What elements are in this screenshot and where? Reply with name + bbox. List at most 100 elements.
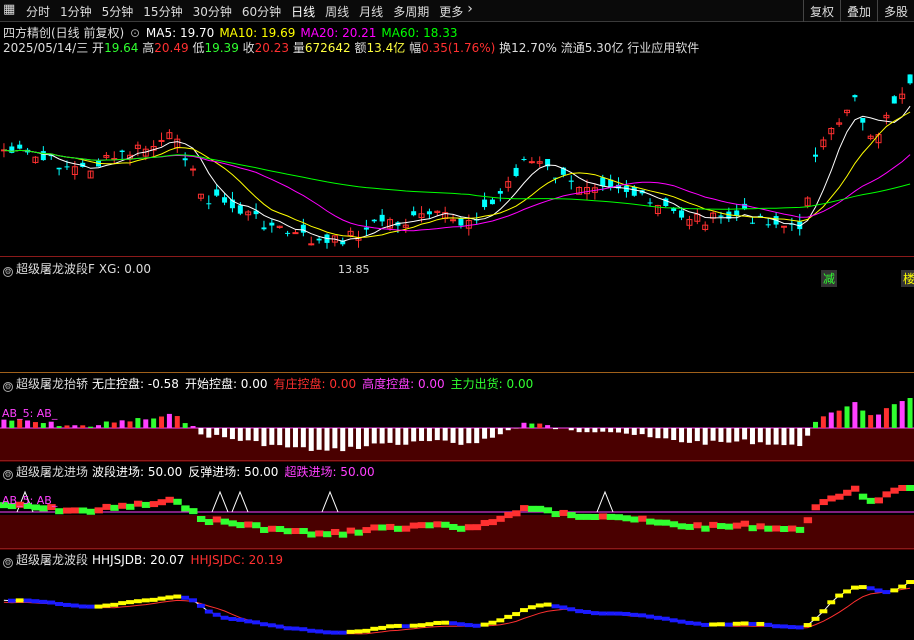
separator xyxy=(0,372,914,373)
step-segment xyxy=(740,520,750,527)
boduan-block xyxy=(244,619,253,624)
hist-bar-down xyxy=(679,428,685,443)
step-segment xyxy=(189,508,198,515)
hist-bar-down xyxy=(781,428,787,446)
panel-settings-icon[interactable]: ⚙ xyxy=(3,267,13,277)
panel-settings-icon[interactable]: ⚙ xyxy=(3,470,13,480)
tab-7[interactable]: 周线 xyxy=(325,3,349,20)
tab-8[interactable]: 月线 xyxy=(359,3,383,20)
hist-bar-down xyxy=(749,428,755,445)
hist-bar-down xyxy=(482,428,488,439)
step-segment xyxy=(63,507,72,514)
tab-1[interactable]: 1分钟 xyxy=(60,3,92,20)
step-segment xyxy=(890,487,899,494)
tab-5[interactable]: 60分钟 xyxy=(242,3,281,20)
boduan-block xyxy=(338,630,347,635)
tab-3[interactable]: 15分钟 xyxy=(143,3,182,20)
boduan-block xyxy=(504,614,513,619)
tab-0[interactable]: 分时 xyxy=(26,3,50,20)
candlestick-chart[interactable] xyxy=(0,55,914,255)
hist-bar-down xyxy=(568,428,574,431)
boduan-block xyxy=(315,629,324,634)
boduan-block xyxy=(622,611,631,616)
hist-bar-down xyxy=(474,428,480,444)
step-segment xyxy=(291,528,300,535)
boduan-block xyxy=(858,585,867,590)
hist-bar-down xyxy=(363,428,369,447)
chevron-right-icon[interactable]: › xyxy=(467,2,473,20)
grid-icon[interactable]: ▦ xyxy=(3,3,17,17)
hist-bar-down xyxy=(206,428,212,438)
hist-bar-up xyxy=(103,421,109,428)
panel-value: 主力出货: 0.00 xyxy=(450,377,534,391)
panel-value: 无庄控盘: -0.58 xyxy=(92,377,179,391)
tab-2[interactable]: 5分钟 xyxy=(102,3,134,20)
jinchang-chart[interactable] xyxy=(0,480,914,550)
boduan-block xyxy=(78,604,87,609)
boduan-block xyxy=(149,597,158,602)
taijiao-histogram[interactable] xyxy=(0,392,914,462)
hist-bar-down xyxy=(497,428,503,435)
panel-settings-icon[interactable]: ⚙ xyxy=(3,382,13,392)
step-segment xyxy=(717,523,726,530)
step-segment xyxy=(212,516,222,523)
candle-down xyxy=(40,151,46,161)
tab-4[interactable]: 30分钟 xyxy=(193,3,232,20)
step-segment xyxy=(606,513,616,520)
tab-10[interactable]: 更多 xyxy=(439,3,463,20)
signal-triangle xyxy=(231,490,249,513)
boduan-block xyxy=(843,589,851,594)
hist-bar-down xyxy=(773,428,779,445)
boduan-block xyxy=(220,615,229,620)
hist-bar-down xyxy=(757,428,763,443)
boduan-block xyxy=(441,620,450,625)
hist-bar-down xyxy=(253,428,259,442)
hist-bar-down xyxy=(639,428,645,435)
tab-9[interactable]: 多周期 xyxy=(393,3,429,20)
step-segment xyxy=(653,519,663,526)
boduan-chart[interactable] xyxy=(0,565,914,640)
step-segment xyxy=(567,512,576,519)
step-segment xyxy=(417,522,426,529)
step-segment xyxy=(110,504,119,511)
hist-bar-up xyxy=(174,416,180,428)
candle-down xyxy=(891,96,897,104)
industry: 行业应用软件 xyxy=(627,41,700,55)
boduan-block xyxy=(354,629,363,634)
step-segment xyxy=(622,515,631,522)
hist-bar-up xyxy=(1,419,7,428)
hist-bar-down xyxy=(198,428,204,435)
toolbar-button-2[interactable]: 多股 xyxy=(876,0,914,22)
axis-label-ab5: AB_5: AB_ xyxy=(2,407,58,420)
candle-down xyxy=(568,180,574,182)
step-segment xyxy=(204,519,214,526)
hist-bar-up xyxy=(899,401,905,428)
step-segment xyxy=(464,524,474,531)
hist-bar-up xyxy=(127,421,133,428)
candle-down xyxy=(64,166,70,168)
ma-toggle-icon[interactable]: ⊙ xyxy=(130,26,140,40)
stock-name: 四方精创(日线 前复权) xyxy=(3,26,125,40)
float-cap: 流通5.30亿 xyxy=(560,41,624,55)
tab-6[interactable]: 日线 xyxy=(291,3,315,20)
quote-info-row: 2025/05/14/三 开19.64 高20.49 低19.39 收20.23… xyxy=(3,39,699,56)
toolbar-button-1[interactable]: 叠加 xyxy=(839,0,877,22)
boduan-block xyxy=(850,585,859,590)
step-segment xyxy=(252,522,261,529)
ma60-line xyxy=(3,149,911,210)
step-segment xyxy=(70,507,80,514)
hist-bar-down xyxy=(379,428,385,444)
hist-bar-down xyxy=(269,428,275,445)
toolbar-button-0[interactable]: 复权 xyxy=(802,0,840,22)
step-segment xyxy=(835,493,844,500)
panel-value: 超跌进场: 50.00 xyxy=(284,465,375,479)
boduan-block xyxy=(669,618,678,623)
candle-down xyxy=(269,222,275,226)
step-segment xyxy=(126,503,135,510)
boduan-block xyxy=(370,626,379,631)
step-segment xyxy=(244,521,253,528)
hist-bar-down xyxy=(292,428,298,448)
boduan-block xyxy=(693,621,702,626)
panel-title: 超级屠龙进场 xyxy=(16,465,89,479)
hist-bar-up xyxy=(17,419,23,428)
